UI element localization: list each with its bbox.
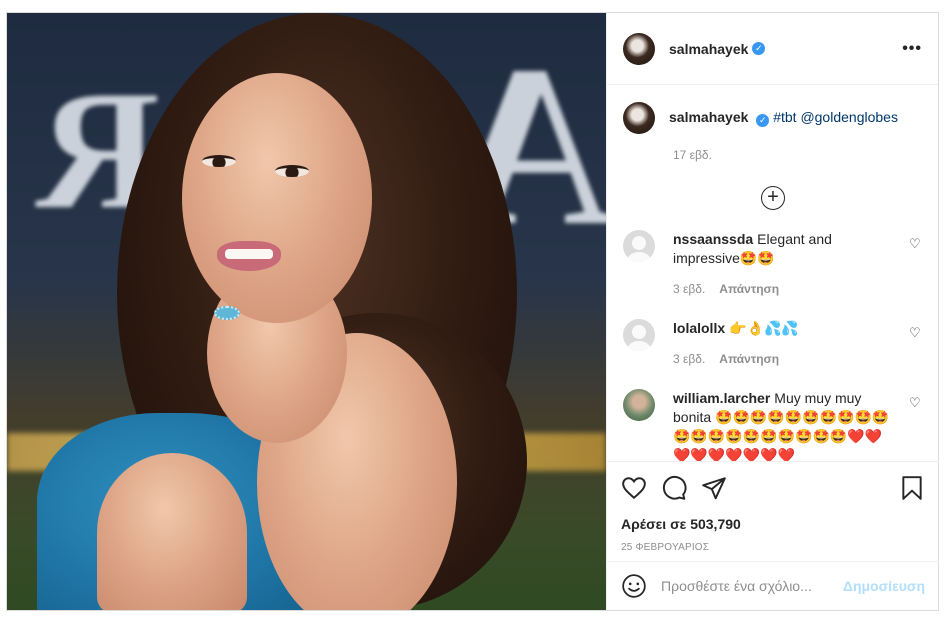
caption: salmahayek ✓ #tbt @goldenglobes <box>623 102 923 134</box>
post-date[interactable]: 25 ΦΕΒΡΟΥΑΡΙΟΣ <box>621 542 925 553</box>
verified-icon: ✓ <box>752 42 766 55</box>
add-comment-bar: Προσθέστε ένα σχόλιο... Δημοσίευση <box>607 561 939 610</box>
commenter-avatar[interactable] <box>623 319 655 351</box>
chest <box>97 453 247 610</box>
heart-icon[interactable] <box>621 475 647 501</box>
comment-body: nssaanssda Elegant and impressive🤩🤩 3 εβδ… <box>673 230 891 299</box>
caption-mention[interactable]: @goldenglobes <box>800 109 898 125</box>
reply-button[interactable]: Απάντηση <box>719 282 779 296</box>
comment-input[interactable]: Προσθέστε ένα σχόλιο... <box>661 578 843 594</box>
action-icons <box>621 474 925 502</box>
smiley-icon[interactable] <box>621 573 647 599</box>
caption-text: salmahayek ✓ #tbt @goldenglobes <box>669 108 898 134</box>
commenter-avatar[interactable] <box>623 389 655 421</box>
comment-body: lolalollx 👉👌💦💦 3 εβδ. Απάντηση <box>673 319 891 369</box>
post-actions: Αρέσει σε 503,790 25 ΦΕΒΡΟΥΑΡΙΟΣ <box>607 461 939 561</box>
post-comment-button[interactable]: Δημοσίευση <box>843 578 925 594</box>
verified-icon: ✓ <box>756 114 770 127</box>
caption-username[interactable]: salmahayek <box>669 109 748 125</box>
comment-item: lolalollx 👉👌💦💦 3 εβδ. Απάντηση ♡ <box>623 319 923 369</box>
right-eye <box>275 165 309 177</box>
comment-item: nssaanssda Elegant and impressive🤩🤩 3 εβδ… <box>623 230 923 299</box>
post-dialog: R A salmahayek ✓ ••• salmahayek ✓ #tbt @… <box>6 12 939 611</box>
comment-meta: 3 εβδ. Απάντηση <box>673 280 891 299</box>
comment-body: william.larcher Muy muy muy bonita 🤩🤩🤩🤩🤩🤩… <box>673 389 891 461</box>
author-avatar[interactable] <box>623 32 655 65</box>
comment-username[interactable]: william.larcher <box>673 390 770 406</box>
caption-avatar[interactable] <box>623 102 655 134</box>
comments-section[interactable]: salmahayek ✓ #tbt @goldenglobes 17 εβδ. … <box>607 86 939 461</box>
comment-like-heart-icon[interactable]: ♡ <box>909 325 923 340</box>
paper-plane-icon[interactable] <box>701 475 727 501</box>
post-photo[interactable]: R A <box>7 13 606 610</box>
comment-username[interactable]: nssaanssda <box>673 231 753 247</box>
comment-like-heart-icon[interactable]: ♡ <box>909 236 923 251</box>
author-username[interactable]: salmahayek <box>669 41 748 57</box>
comment-like-heart-icon[interactable]: ♡ <box>909 395 923 410</box>
post-side-panel: salmahayek ✓ ••• salmahayek ✓ #tbt @gold… <box>606 13 939 610</box>
comment-text: 👉👌💦💦 <box>729 320 799 336</box>
comment-item: william.larcher Muy muy muy bonita 🤩🤩🤩🤩🤩🤩… <box>623 389 923 461</box>
bookmark-icon[interactable] <box>899 475 925 501</box>
teeth <box>225 249 273 259</box>
reply-button[interactable]: Απάντηση <box>719 352 779 366</box>
comment-time[interactable]: 3 εβδ. <box>673 352 705 366</box>
load-more-icon[interactable]: + <box>761 186 785 210</box>
caption-hashtag[interactable]: #tbt <box>773 109 796 125</box>
more-options-icon[interactable]: ••• <box>902 40 922 58</box>
left-eye <box>202 155 236 167</box>
comment-username[interactable]: lolalollx <box>673 320 725 336</box>
post-header: salmahayek ✓ ••• <box>607 13 938 85</box>
comment-meta: 3 εβδ. Απάντηση <box>673 350 891 369</box>
commenter-avatar[interactable] <box>623 230 655 262</box>
face <box>182 73 372 323</box>
earring <box>214 306 240 320</box>
comment-time[interactable]: 3 εβδ. <box>673 282 705 296</box>
caption-time[interactable]: 17 εβδ. <box>673 148 923 162</box>
comment-icon[interactable] <box>661 475 687 501</box>
likes-count[interactable]: Αρέσει σε 503,790 <box>621 516 925 532</box>
load-more-comments: + <box>623 186 923 210</box>
